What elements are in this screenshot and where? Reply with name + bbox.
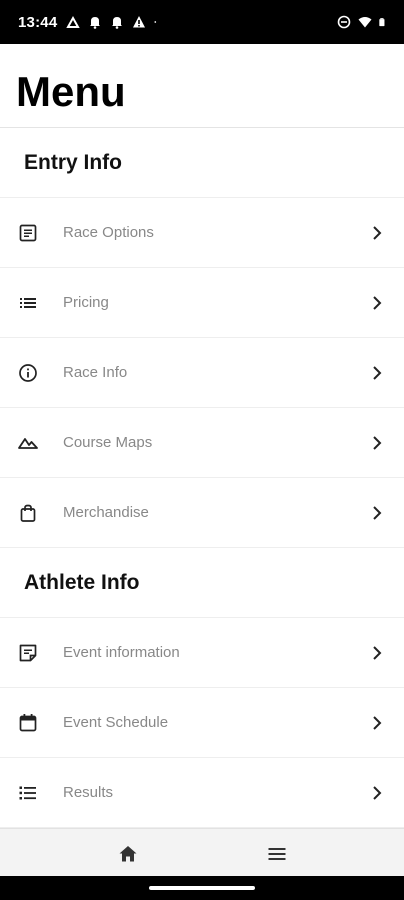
status-notification-icons: [66, 15, 160, 29]
wifi-icon: [358, 17, 372, 28]
numbered-list-icon: [18, 783, 38, 803]
menu-item-label: Results: [63, 784, 114, 801]
list-icon: [18, 293, 38, 313]
menu-item-label: Event information: [63, 644, 180, 661]
page-header: Menu: [0, 44, 404, 128]
dot-icon: [154, 21, 157, 23]
chevron-right-icon: [372, 785, 382, 801]
menu-item-label: Merchandise: [63, 504, 149, 521]
chevron-right-icon: [372, 645, 382, 661]
section-title-entry-info: Entry Info: [0, 128, 404, 198]
section-title-athlete-info: Athlete Info: [0, 548, 404, 618]
info-icon: [18, 363, 38, 383]
status-left: 13:44: [18, 14, 160, 31]
menu-item-label: Race Options: [63, 224, 154, 241]
terrain-icon: [18, 433, 38, 453]
status-system-icons: [337, 15, 388, 29]
home-gesture-handle[interactable]: [149, 886, 255, 890]
bell-icon: [112, 17, 123, 29]
menu-item-label: Course Maps: [63, 434, 153, 451]
chevron-right-icon: [372, 435, 382, 451]
bell-icon: [90, 17, 101, 29]
chevron-right-icon: [372, 365, 382, 381]
bottom-navigation: [0, 828, 404, 876]
menu-item-label: Pricing: [63, 294, 109, 311]
chevron-right-icon: [372, 295, 382, 311]
menu-content: Entry Info Race Options Pricing Race Inf…: [0, 128, 404, 828]
menu-item-label: Event Schedule: [63, 714, 169, 731]
home-icon[interactable]: [117, 843, 139, 865]
chevron-right-icon: [372, 715, 382, 731]
menu-item-event-information[interactable]: Event information: [0, 618, 404, 688]
menu-icon[interactable]: [266, 843, 288, 865]
battery-icon: [379, 18, 385, 27]
shopping-bag-icon: [18, 503, 38, 523]
page-title: Menu: [16, 68, 126, 115]
system-gesture-bar: [0, 876, 404, 900]
cloud-upload-icon: [66, 15, 81, 28]
chevron-right-icon: [372, 505, 382, 521]
status-time: 13:44: [18, 13, 58, 31]
menu-item-race-info[interactable]: Race Info: [0, 338, 404, 408]
do-not-disturb-icon: [337, 15, 351, 29]
menu-item-merchandise[interactable]: Merchandise: [0, 478, 404, 548]
menu-item-event-schedule[interactable]: Event Schedule: [0, 688, 404, 758]
menu-item-course-maps[interactable]: Course Maps: [0, 408, 404, 478]
chevron-right-icon: [372, 225, 382, 241]
menu-item-pricing[interactable]: Pricing: [0, 268, 404, 338]
menu-item-race-options[interactable]: Race Options: [0, 198, 404, 268]
calendar-icon: [18, 713, 38, 733]
menu-item-results[interactable]: Results: [0, 758, 404, 828]
status-bar: 13:44: [0, 0, 404, 44]
warning-icon: [133, 16, 146, 28]
note-icon: [18, 643, 38, 663]
menu-item-label: Race Info: [63, 364, 128, 381]
document-icon: [18, 223, 38, 243]
